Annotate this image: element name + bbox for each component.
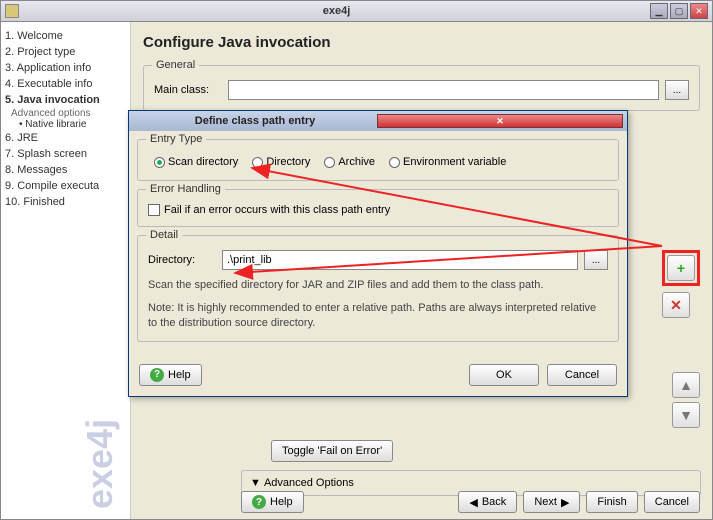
- add-entry-button[interactable]: +: [667, 255, 695, 281]
- move-up-button[interactable]: ▲: [672, 372, 700, 398]
- error-handling-fieldset: Error Handling Fail if an error occurs w…: [137, 189, 619, 227]
- step-application-info[interactable]: 3. Application info: [5, 60, 126, 76]
- window-titlebar: exe4j ▁ ▢ ✕: [0, 0, 713, 22]
- step-finished[interactable]: 10. Finished: [5, 194, 126, 210]
- dialog-close-button[interactable]: ✕: [377, 114, 623, 128]
- page-title: Configure Java invocation: [143, 34, 700, 51]
- dialog-footer: ?Help OK Cancel: [129, 358, 627, 396]
- detail-legend: Detail: [146, 229, 182, 241]
- checkbox-icon: [148, 204, 160, 216]
- step-splash[interactable]: 7. Splash screen: [5, 146, 126, 162]
- general-legend: General: [152, 59, 199, 71]
- window-title: exe4j: [25, 5, 648, 17]
- maximize-button[interactable]: ▢: [670, 3, 688, 19]
- radio-archive[interactable]: Archive: [324, 156, 375, 168]
- dialog-cancel-button[interactable]: Cancel: [547, 364, 617, 386]
- directory-label: Directory:: [148, 254, 216, 266]
- chevron-down-icon: ▼: [250, 477, 261, 489]
- minimize-button[interactable]: ▁: [650, 3, 668, 19]
- finish-button[interactable]: Finish: [586, 491, 637, 513]
- step-messages[interactable]: 8. Messages: [5, 162, 126, 178]
- back-button[interactable]: ◀ Back: [458, 491, 517, 513]
- general-fieldset: General Main class: ...: [143, 65, 700, 111]
- next-button[interactable]: Next ▶: [523, 491, 580, 513]
- classpath-entry-dialog: Define class path entry ✕ Entry Type Sca…: [128, 110, 628, 397]
- step-jre[interactable]: 6. JRE: [5, 130, 126, 146]
- main-class-input[interactable]: [228, 80, 659, 100]
- watermark-text: exe4j: [79, 419, 121, 509]
- app-icon: [5, 4, 19, 18]
- close-button[interactable]: ✕: [690, 3, 708, 19]
- radio-icon: [389, 157, 400, 168]
- classpath-move-buttons: ▲ ▼: [672, 372, 700, 428]
- help-icon: ?: [150, 368, 164, 382]
- directory-browse-button[interactable]: ...: [584, 250, 608, 270]
- triangle-left-icon: ◀: [469, 496, 477, 509]
- remove-entry-button[interactable]: ✕: [662, 292, 690, 318]
- dialog-titlebar: Define class path entry ✕: [129, 111, 627, 131]
- radio-directory[interactable]: Directory: [252, 156, 310, 168]
- classpath-action-buttons: + ✕: [662, 250, 700, 318]
- help-button[interactable]: ?Help: [241, 491, 304, 513]
- detail-fieldset: Detail Directory: ... Scan the specified…: [137, 235, 619, 342]
- error-handling-legend: Error Handling: [146, 183, 225, 195]
- detail-note: Note: It is highly recommended to enter …: [148, 301, 608, 331]
- native-libraries-item[interactable]: • Native librarie: [5, 119, 126, 130]
- directory-input[interactable]: [222, 250, 578, 270]
- radio-icon: [252, 157, 263, 168]
- help-icon: ?: [252, 495, 266, 509]
- step-compile[interactable]: 9. Compile executa: [5, 178, 126, 194]
- step-java-invocation[interactable]: 5. Java invocation: [5, 92, 126, 108]
- entry-type-fieldset: Entry Type Scan directory Directory Arch…: [137, 139, 619, 181]
- dialog-ok-button[interactable]: OK: [469, 364, 539, 386]
- dialog-help-button[interactable]: ?Help: [139, 364, 202, 386]
- advanced-options-label: Advanced options: [5, 108, 126, 119]
- advanced-options-label: Advanced Options: [264, 477, 354, 489]
- fail-on-error-checkbox[interactable]: Fail if an error occurs with this class …: [148, 204, 390, 216]
- radio-scan-directory[interactable]: Scan directory: [154, 156, 238, 168]
- main-class-label: Main class:: [154, 84, 222, 96]
- radio-icon: [154, 157, 165, 168]
- radio-icon: [324, 157, 335, 168]
- wizard-sidebar: 1. Welcome 2. Project type 3. Applicatio…: [1, 22, 131, 519]
- toggle-fail-button[interactable]: Toggle 'Fail on Error': [271, 440, 393, 462]
- wizard-footer: ?Help ◀ Back Next ▶ Finish Cancel: [241, 491, 700, 513]
- cancel-button[interactable]: Cancel: [644, 491, 700, 513]
- step-project-type[interactable]: 2. Project type: [5, 44, 126, 60]
- detail-description: Scan the specified directory for JAR and…: [148, 278, 608, 293]
- radio-env-var[interactable]: Environment variable: [389, 156, 506, 168]
- step-welcome[interactable]: 1. Welcome: [5, 28, 126, 44]
- move-down-button[interactable]: ▼: [672, 402, 700, 428]
- dialog-title: Define class path entry: [133, 115, 377, 127]
- step-executable-info[interactable]: 4. Executable info: [5, 76, 126, 92]
- entry-type-legend: Entry Type: [146, 133, 206, 145]
- main-class-browse-button[interactable]: ...: [665, 80, 689, 100]
- triangle-right-icon: ▶: [561, 496, 569, 509]
- add-button-highlight: +: [662, 250, 700, 286]
